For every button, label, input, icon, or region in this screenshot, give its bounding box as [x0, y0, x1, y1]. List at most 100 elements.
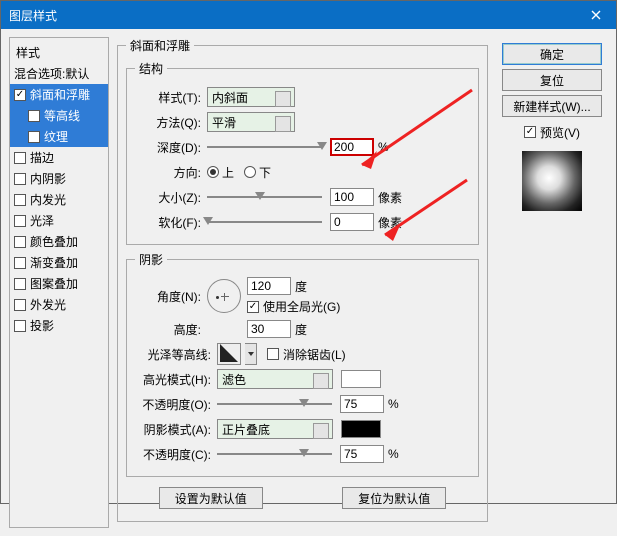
size-input[interactable]: 100	[330, 188, 374, 206]
shading-group: 阴影 角度(N): 120 度 使用全局光(G)	[126, 251, 479, 477]
style-item-label: 图案叠加	[30, 275, 78, 292]
style-item-checkbox[interactable]	[14, 152, 26, 164]
settings-panel: 斜面和浮雕 结构 样式(T): 内斜面 方法(Q): 平滑 深度(D): 200	[117, 37, 488, 528]
soften-input[interactable]: 0	[330, 213, 374, 231]
depth-label: 深度(D):	[135, 139, 207, 156]
soften-unit: 像素	[378, 214, 402, 231]
style-item-checkbox[interactable]	[14, 215, 26, 227]
angle-label: 角度(N):	[135, 288, 207, 305]
style-item-10[interactable]: 外发光	[10, 294, 108, 315]
style-item-label: 内发光	[30, 191, 66, 208]
style-item-2[interactable]: 纹理	[10, 126, 108, 147]
direction-down-radio[interactable]	[244, 166, 256, 178]
gloss-contour-dropdown[interactable]	[245, 343, 257, 365]
technique-label: 方法(Q):	[135, 114, 207, 131]
structure-group: 结构 样式(T): 内斜面 方法(Q): 平滑 深度(D): 200 %	[126, 60, 479, 245]
window-title: 图层样式	[9, 7, 576, 24]
style-item-label: 描边	[30, 149, 54, 166]
style-item-4[interactable]: 内阴影	[10, 168, 108, 189]
reset-default-button[interactable]: 复位为默认值	[342, 487, 446, 509]
styles-list: 样式 混合选项:默认 斜面和浮雕等高线纹理描边内阴影内发光光泽颜色叠加渐变叠加图…	[9, 37, 109, 528]
shadow-mode-label: 阴影模式(A):	[135, 421, 217, 438]
style-item-checkbox[interactable]	[14, 194, 26, 206]
style-item-checkbox[interactable]	[14, 236, 26, 248]
style-item-label: 等高线	[44, 107, 80, 124]
style-item-checkbox[interactable]	[14, 299, 26, 311]
bevel-group: 斜面和浮雕 结构 样式(T): 内斜面 方法(Q): 平滑 深度(D): 200	[117, 37, 488, 522]
style-item-checkbox[interactable]	[28, 110, 40, 122]
highlight-opacity-slider[interactable]	[217, 397, 332, 411]
style-item-label: 内阴影	[30, 170, 66, 187]
shadow-color-swatch[interactable]	[341, 420, 381, 438]
highlight-mode-combo[interactable]: 滤色	[217, 369, 333, 389]
style-item-label: 渐变叠加	[30, 254, 78, 271]
depth-input[interactable]: 200	[330, 138, 374, 156]
styles-header: 样式	[10, 42, 108, 63]
style-item-checkbox[interactable]	[28, 131, 40, 143]
technique-combo[interactable]: 平滑	[207, 112, 295, 132]
style-item-label: 颜色叠加	[30, 233, 78, 250]
ok-button[interactable]: 确定	[502, 43, 602, 65]
style-item-11[interactable]: 投影	[10, 315, 108, 336]
depth-unit: %	[378, 140, 389, 154]
style-combo[interactable]: 内斜面	[207, 87, 295, 107]
bevel-group-title: 斜面和浮雕	[126, 37, 194, 54]
size-unit: 像素	[378, 189, 402, 206]
shadow-opacity-label: 不透明度(C):	[135, 446, 217, 463]
style-label: 样式(T):	[135, 89, 207, 106]
angle-wheel[interactable]	[207, 279, 241, 313]
size-label: 大小(Z):	[135, 189, 207, 206]
style-item-checkbox[interactable]	[14, 278, 26, 290]
highlight-opacity-input[interactable]: 75	[340, 395, 384, 413]
altitude-label: 高度:	[135, 321, 207, 338]
style-item-3[interactable]: 描边	[10, 147, 108, 168]
antialias-checkbox[interactable]	[267, 348, 279, 360]
style-item-9[interactable]: 图案叠加	[10, 273, 108, 294]
right-panel: 确定 复位 新建样式(W)... 预览(V)	[496, 37, 608, 528]
highlight-color-swatch[interactable]	[341, 370, 381, 388]
style-item-0[interactable]: 斜面和浮雕	[10, 84, 108, 105]
close-button[interactable]	[576, 1, 616, 29]
highlight-opacity-label: 不透明度(O):	[135, 396, 217, 413]
soften-slider[interactable]	[207, 215, 322, 229]
angle-input[interactable]: 120	[247, 277, 291, 295]
style-item-7[interactable]: 颜色叠加	[10, 231, 108, 252]
shading-title: 阴影	[135, 251, 167, 268]
shadow-mode-combo[interactable]: 正片叠底	[217, 419, 333, 439]
style-item-checkbox[interactable]	[14, 320, 26, 332]
size-slider[interactable]	[207, 190, 322, 204]
style-item-label: 投影	[30, 317, 54, 334]
blend-defaults-item[interactable]: 混合选项:默认	[10, 63, 108, 84]
style-item-checkbox[interactable]	[14, 89, 26, 101]
preview-swatch	[522, 151, 582, 211]
style-item-label: 外发光	[30, 296, 66, 313]
titlebar[interactable]: 图层样式	[1, 1, 616, 29]
style-item-checkbox[interactable]	[14, 257, 26, 269]
style-item-checkbox[interactable]	[14, 173, 26, 185]
soften-label: 软化(F):	[135, 214, 207, 231]
structure-title: 结构	[135, 60, 167, 77]
layer-style-dialog: 图层样式 样式 混合选项:默认 斜面和浮雕等高线纹理描边内阴影内发光光泽颜色叠加…	[0, 0, 617, 504]
style-item-5[interactable]: 内发光	[10, 189, 108, 210]
set-default-button[interactable]: 设置为默认值	[159, 487, 263, 509]
style-item-label: 斜面和浮雕	[30, 86, 90, 103]
style-item-8[interactable]: 渐变叠加	[10, 252, 108, 273]
gloss-label: 光泽等高线:	[135, 346, 217, 363]
shadow-opacity-slider[interactable]	[217, 447, 332, 461]
preview-label: 预览(V)	[540, 124, 580, 141]
preview-checkbox[interactable]	[524, 126, 536, 138]
altitude-input[interactable]: 30	[247, 320, 291, 338]
new-style-button[interactable]: 新建样式(W)...	[502, 95, 602, 117]
style-item-label: 光泽	[30, 212, 54, 229]
shadow-opacity-input[interactable]: 75	[340, 445, 384, 463]
global-light-checkbox[interactable]	[247, 301, 259, 313]
depth-slider[interactable]	[207, 140, 322, 154]
style-item-6[interactable]: 光泽	[10, 210, 108, 231]
direction-label: 方向:	[135, 164, 207, 181]
style-item-label: 纹理	[44, 128, 68, 145]
cancel-button[interactable]: 复位	[502, 69, 602, 91]
style-item-1[interactable]: 等高线	[10, 105, 108, 126]
highlight-mode-label: 高光模式(H):	[135, 371, 217, 388]
gloss-contour[interactable]	[217, 343, 241, 365]
direction-up-radio[interactable]	[207, 166, 219, 178]
